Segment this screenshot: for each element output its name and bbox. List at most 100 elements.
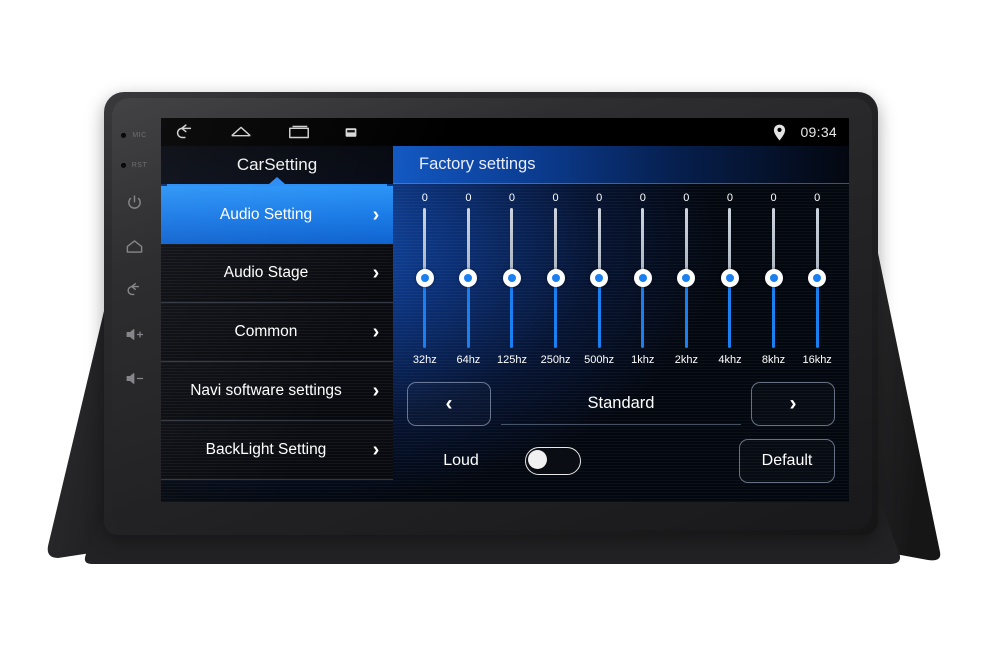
chevron-right-icon: › — [372, 380, 380, 402]
eq-band-4khz: 0 4khz — [708, 190, 752, 366]
settings-main-panel: Factory settings 0 32hz 0 64hz 0 125hz 0… — [393, 146, 849, 502]
mic-dot-icon — [121, 132, 127, 138]
eq-track-lower — [641, 278, 645, 348]
eq-value: 0 — [639, 192, 646, 204]
sidebar-item-label: Audio Setting — [219, 206, 313, 223]
eq-track-upper — [641, 208, 645, 278]
sidebar-item-common[interactable]: Common › — [161, 303, 393, 362]
eq-track-lower — [466, 278, 470, 348]
eq-track-upper — [466, 208, 470, 278]
volume-down-button[interactable] — [125, 356, 144, 400]
main-panel-title: Factory settings — [393, 146, 849, 184]
eq-value: 0 — [726, 192, 734, 204]
eq-track-upper — [554, 208, 558, 278]
eq-band-16khz: 0 16khz — [795, 190, 839, 366]
eq-thumb[interactable] — [764, 269, 783, 287]
eq-track-upper — [684, 208, 688, 278]
chevron-right-icon: › — [372, 439, 380, 461]
preset-next-button[interactable]: › — [751, 382, 835, 426]
eq-band-64hz: 0 64hz — [447, 190, 491, 366]
eq-frequency-label: 1khz — [631, 354, 655, 366]
home-icon[interactable] — [229, 121, 253, 143]
eq-value: 0 — [421, 192, 428, 204]
eq-value: 0 — [596, 192, 603, 204]
eq-track-upper — [597, 208, 601, 278]
back-icon[interactable] — [173, 121, 195, 143]
eq-frequency-label: 16khz — [802, 354, 832, 366]
loudness-row: Loud Default — [393, 428, 849, 490]
eq-slider[interactable] — [677, 208, 696, 348]
recent-apps-icon[interactable] — [287, 122, 311, 142]
back-button[interactable] — [125, 268, 144, 312]
eq-band-250hz: 0 250hz — [534, 190, 578, 366]
eq-thumb[interactable] — [415, 269, 434, 287]
eq-slider[interactable] — [590, 208, 609, 348]
eq-frequency-label: 2khz — [674, 354, 698, 366]
sidebar-item-label: Navi software settings — [190, 382, 342, 399]
loud-label: Loud — [443, 452, 479, 469]
sidebar-item-navi-software-settings[interactable]: Navi software settings › — [161, 362, 393, 421]
eq-value: 0 — [508, 192, 516, 204]
eq-track-upper — [728, 208, 732, 278]
eq-slider[interactable] — [415, 208, 434, 348]
eq-track-lower — [423, 278, 427, 348]
default-button[interactable]: Default — [739, 439, 835, 483]
eq-slider[interactable] — [633, 208, 652, 348]
eq-thumb[interactable] — [677, 269, 696, 287]
android-status-bar: 09:34 — [161, 118, 849, 146]
eq-frequency-label: 64hz — [456, 354, 481, 366]
power-button[interactable] — [126, 180, 143, 224]
reset-indicator[interactable]: RST — [120, 150, 148, 180]
eq-band-500hz: 0 500hz — [577, 190, 621, 366]
eq-value: 0 — [814, 192, 821, 204]
eq-frequency-label: 32hz — [412, 354, 437, 366]
reset-dot-icon — [120, 162, 126, 168]
reset-label: RST — [131, 161, 148, 169]
settings-screen: CarSetting Audio Setting › Audio Stage ›… — [161, 146, 849, 502]
eq-track-lower — [772, 278, 776, 348]
hardware-button-strip: MIC RST — [108, 104, 160, 524]
eq-value: 0 — [770, 192, 777, 204]
eq-band-32hz: 0 32hz — [403, 190, 447, 366]
eq-track-lower — [597, 278, 601, 348]
mic-indicator: MIC — [121, 120, 146, 150]
eq-thumb[interactable] — [459, 269, 478, 287]
preset-selector-row: ‹ Standard › — [393, 376, 849, 428]
eq-band-1khz: 0 1khz — [621, 190, 665, 366]
volume-up-button[interactable] — [125, 312, 144, 356]
eq-frequency-label: 125hz — [496, 354, 527, 366]
sidebar-item-audio-setting[interactable]: Audio Setting › — [161, 186, 393, 244]
eq-thumb[interactable] — [633, 269, 652, 287]
eq-thumb[interactable] — [502, 269, 521, 287]
sidebar-item-label: Audio Stage — [223, 264, 309, 281]
eq-band-2khz: 0 2khz — [665, 190, 709, 366]
screenshot-icon[interactable] — [345, 127, 357, 138]
eq-track-upper — [423, 208, 427, 278]
eq-thumb[interactable] — [720, 269, 739, 287]
touchscreen[interactable]: 09:34 CarSetting Audio Setting › Audio S… — [161, 118, 849, 502]
chevron-right-icon: › — [372, 262, 380, 284]
eq-band-8khz: 0 8khz — [752, 190, 796, 366]
mic-label: MIC — [132, 131, 147, 139]
loud-toggle[interactable] — [525, 447, 581, 475]
eq-slider[interactable] — [720, 208, 739, 348]
eq-value: 0 — [552, 192, 559, 204]
status-bar-clock: 09:34 — [800, 124, 837, 140]
eq-slider[interactable] — [764, 208, 783, 348]
eq-track-upper — [815, 208, 819, 278]
caret-up-icon — [269, 177, 285, 184]
home-button[interactable] — [125, 224, 144, 268]
eq-thumb[interactable] — [590, 269, 609, 287]
loud-toggle-knob — [528, 450, 547, 469]
eq-slider[interactable] — [546, 208, 565, 348]
preset-prev-button[interactable]: ‹ — [407, 382, 491, 426]
eq-thumb[interactable] — [546, 269, 565, 287]
eq-slider[interactable] — [502, 208, 521, 348]
eq-slider[interactable] — [459, 208, 478, 348]
eq-slider[interactable] — [808, 208, 827, 348]
sidebar-item-audio-stage[interactable]: Audio Stage › — [161, 244, 393, 303]
sidebar-list: Audio Setting › Audio Stage › Common › N… — [161, 186, 393, 480]
sidebar-item-backlight-setting[interactable]: BackLight Setting › — [161, 421, 393, 480]
preset-name[interactable]: Standard — [501, 383, 741, 425]
eq-thumb[interactable] — [808, 269, 827, 287]
